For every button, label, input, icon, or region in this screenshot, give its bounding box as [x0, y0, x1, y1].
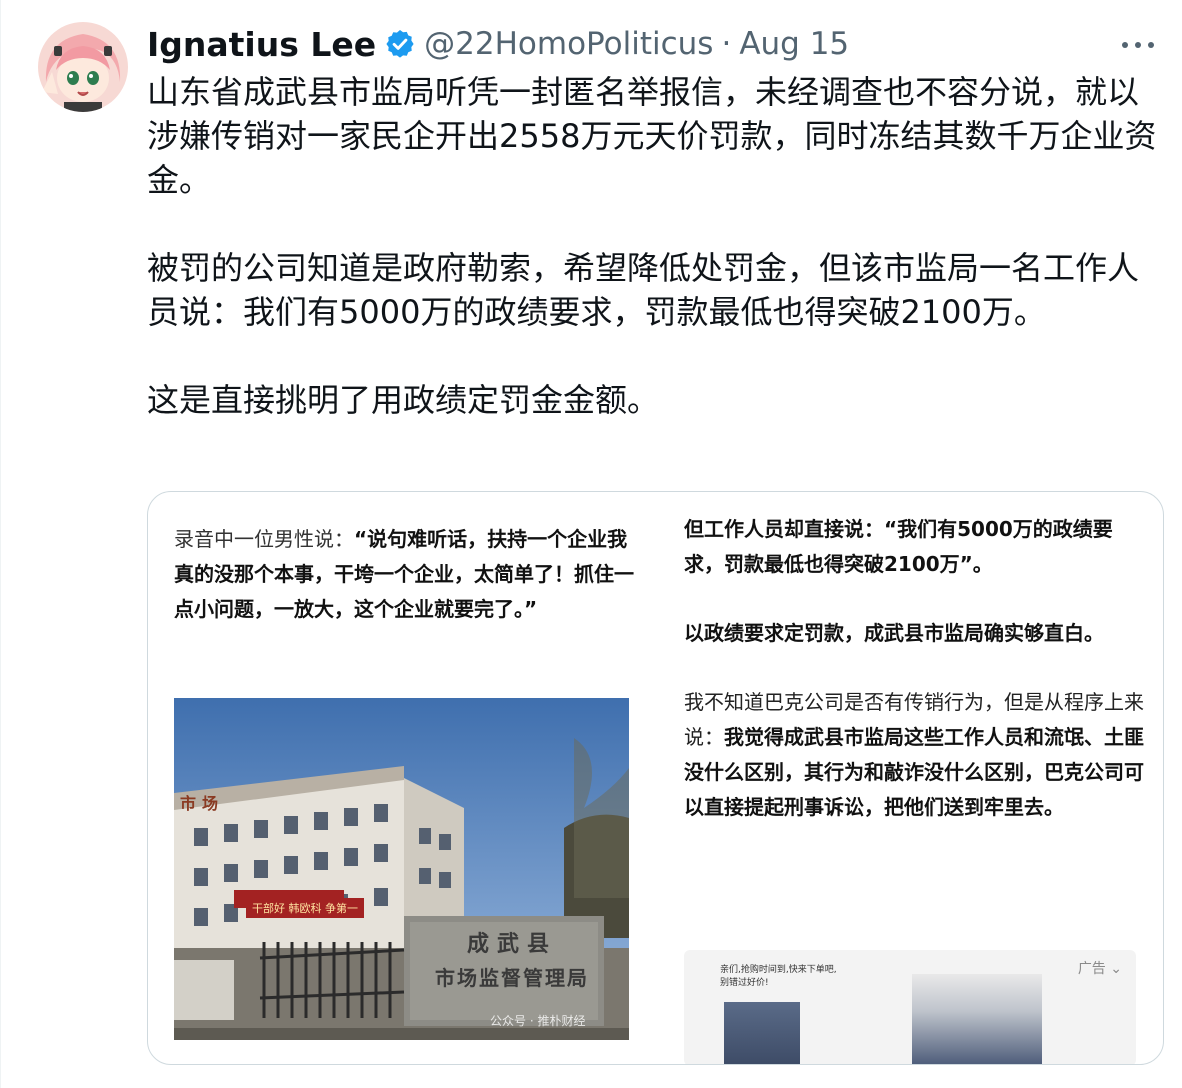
more-horizontal-icon[interactable]	[1116, 28, 1160, 62]
ad-label: 广告 ⌄	[1077, 961, 1122, 977]
article-bold-text: 我觉得成武县市监局这些工作人员和流氓、土匪没什么区别，其行为和敲诈没什么区别，巴…	[684, 725, 1144, 819]
photo-banner: 干部好 韩欧科 争第一	[246, 898, 364, 918]
article-bold-text: 但工作人员却直接说：“我们有5000万的政绩要求，罚款最低也得突破2100万”。	[684, 517, 1113, 576]
ad-product-image	[912, 974, 1042, 1064]
article-paragraph: 以政绩要求定罚款，成武县市监局确实够直白。	[684, 616, 1144, 651]
article-bold-text: 以政绩要求定罚款，成武县市监局确实够直白。	[684, 621, 1104, 645]
timeline-divider	[0, 0, 1, 1088]
author-name[interactable]: Ignatius Lee	[147, 25, 376, 64]
photo-roof-sign: 市场	[180, 794, 225, 813]
tweet-paragraph: 被罚的公司知道是政府勒索，希望降低处罚金，但该市监局一名工作人员说：我们有500…	[147, 249, 1140, 331]
more-dot	[1135, 42, 1141, 48]
article-paragraph: 但工作人员却直接说：“我们有5000万的政绩要求，罚款最低也得突破2100万”。	[684, 512, 1144, 582]
photo-gate-sign: 成武县 市场监督管理局	[412, 926, 612, 991]
ad-preview: 亲们,抢购时间到,快来下单吧,别错过好价! 广告 ⌄	[684, 950, 1136, 1064]
article-paragraph: 我不知道巴克公司是否有传销行为，但是从程序上来说：我觉得成武县市监局这些工作人员…	[684, 685, 1144, 825]
ad-chat-text: 亲们,抢购时间到,快来下单吧,别错过好价!	[720, 965, 837, 988]
sign-line-1: 成武县	[466, 931, 557, 957]
ad-chat-bubble: 亲们,抢购时间到,快来下单吧,别错过好价!	[698, 964, 842, 990]
photo-watermark: 公众号 · 推朴财经	[490, 1014, 586, 1028]
article-right-column: 但工作人员却直接说：“我们有5000万的政绩要求，罚款最低也得突破2100万”。…	[684, 512, 1144, 859]
ad-product-image	[724, 1002, 800, 1064]
sign-line-2: 市场监督管理局	[435, 966, 589, 990]
tweet-date[interactable]: Aug 15	[739, 26, 849, 62]
more-dot	[1122, 42, 1128, 48]
building-photo: 市场 干部好 韩欧科 争第一 成武县 市场监督管理局 公众号 · 推朴财经	[174, 698, 629, 1040]
quote-lead: 录音中一位男性说：	[174, 527, 354, 551]
header-separator: ·	[721, 26, 732, 62]
verified-badge-icon	[384, 28, 416, 60]
tweet-paragraph: 山东省成武县市监局听凭一封匿名举报信，未经调查也不容分说，就以涉嫌传销对一家民企…	[147, 73, 1157, 199]
tweet-paragraph: 这是直接挑明了用政绩定罚金金额。	[147, 381, 660, 419]
more-dot	[1148, 42, 1154, 48]
tweet-header: Ignatius Lee @22HomoPoliticus · Aug 15	[147, 24, 849, 64]
tweet-body: 山东省成武县市监局听凭一封匿名举报信，未经调查也不容分说，就以涉嫌传销对一家民企…	[147, 70, 1167, 422]
author-handle[interactable]: @22HomoPoliticus	[424, 26, 713, 62]
article-left-column: 录音中一位男性说：“说句难听话，扶持一个企业我真的没那个本事，干垮一个企业，太简…	[174, 522, 634, 627]
author-avatar[interactable]	[38, 22, 128, 112]
attached-image[interactable]: 录音中一位男性说：“说句难听话，扶持一个企业我真的没那个本事，干垮一个企业，太简…	[147, 491, 1164, 1065]
